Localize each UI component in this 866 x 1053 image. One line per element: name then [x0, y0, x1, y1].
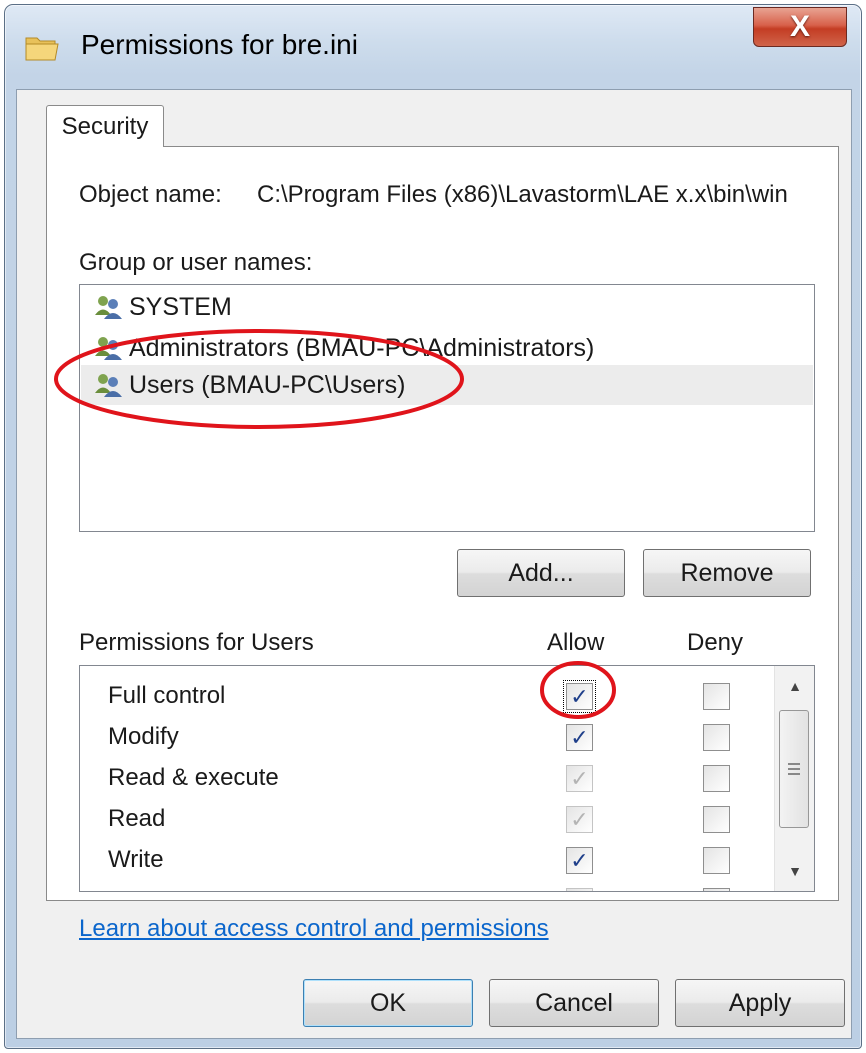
- remove-button[interactable]: Remove: [643, 549, 811, 597]
- permissions-header: Permissions for Users: [79, 629, 314, 656]
- window-title: Permissions for bre.ini: [81, 29, 358, 60]
- allow-header: Allow: [547, 629, 605, 656]
- list-item-label: Administrators (BMAU-PC\Administrators): [129, 333, 595, 362]
- permissions-dialog: Permissions for bre.ini X Security Objec…: [4, 4, 862, 1049]
- ok-button[interactable]: OK: [303, 979, 473, 1027]
- tab-security[interactable]: Security: [46, 105, 164, 147]
- permission-row: Read & execute ✓: [80, 757, 770, 798]
- permission-name: Read: [108, 805, 166, 832]
- add-button[interactable]: Add...: [457, 549, 625, 597]
- allow-checkbox[interactable]: ✓: [566, 765, 593, 792]
- allow-checkbox[interactable]: ✓: [566, 847, 593, 874]
- list-item-label: Users (BMAU-PC\Users): [129, 370, 406, 399]
- list-item-administrators[interactable]: Administrators (BMAU-PC\Administrators): [81, 328, 813, 368]
- grip-icon: [788, 763, 800, 775]
- allow-checkbox[interactable]: ✓: [563, 680, 596, 713]
- close-button[interactable]: X: [753, 7, 847, 47]
- permission-row: [80, 880, 770, 891]
- apply-button[interactable]: Apply: [675, 979, 845, 1027]
- permission-row: Full control ✓: [80, 675, 770, 716]
- access-control-help-link[interactable]: Learn about access control and permissio…: [79, 915, 549, 943]
- permissions-list: Full control ✓ Modify ✓ Read & execute ✓…: [79, 665, 815, 892]
- title-bar[interactable]: Permissions for bre.ini X: [5, 5, 861, 89]
- scroll-thumb[interactable]: [779, 710, 809, 828]
- deny-header: Deny: [687, 629, 744, 656]
- permission-name: Write: [108, 846, 164, 873]
- allow-checkbox[interactable]: ✓: [566, 806, 593, 833]
- permission-name: Full control: [108, 682, 226, 709]
- permissions-scrollbar[interactable]: ▲ ▼: [774, 666, 814, 891]
- list-item-users[interactable]: Users (BMAU-PC\Users): [81, 365, 813, 405]
- permission-name: Read & execute: [108, 764, 279, 791]
- group-names-label: Group or user names:: [79, 249, 313, 276]
- permission-row: Write ✓: [80, 839, 770, 880]
- list-item-system[interactable]: SYSTEM: [81, 287, 813, 327]
- allow-checkbox[interactable]: [566, 888, 593, 891]
- permission-row: Modify ✓: [80, 716, 770, 757]
- cancel-button[interactable]: Cancel: [489, 979, 659, 1027]
- deny-checkbox[interactable]: [703, 806, 730, 833]
- object-name-label: Object name:: [79, 181, 222, 208]
- permission-row: Read ✓: [80, 798, 770, 839]
- users-group-icon: [95, 374, 122, 397]
- allow-checkbox[interactable]: ✓: [566, 724, 593, 751]
- deny-checkbox[interactable]: [703, 724, 730, 751]
- group-user-list[interactable]: SYSTEM Administrators (BMAU-PC\Administr…: [79, 284, 815, 532]
- scroll-down-icon[interactable]: ▼: [775, 851, 814, 891]
- object-name-value: C:\Program Files (x86)\Lavastorm\LAE x.x…: [257, 181, 788, 208]
- deny-checkbox[interactable]: [703, 765, 730, 792]
- folder-icon: [25, 37, 59, 61]
- users-group-icon: [95, 337, 122, 360]
- list-item-label: SYSTEM: [129, 292, 232, 321]
- deny-checkbox[interactable]: [703, 888, 730, 891]
- scroll-up-icon[interactable]: ▲: [775, 666, 814, 706]
- deny-checkbox[interactable]: [703, 683, 730, 710]
- deny-checkbox[interactable]: [703, 847, 730, 874]
- permission-name: Modify: [108, 723, 179, 750]
- users-group-icon: [95, 296, 122, 319]
